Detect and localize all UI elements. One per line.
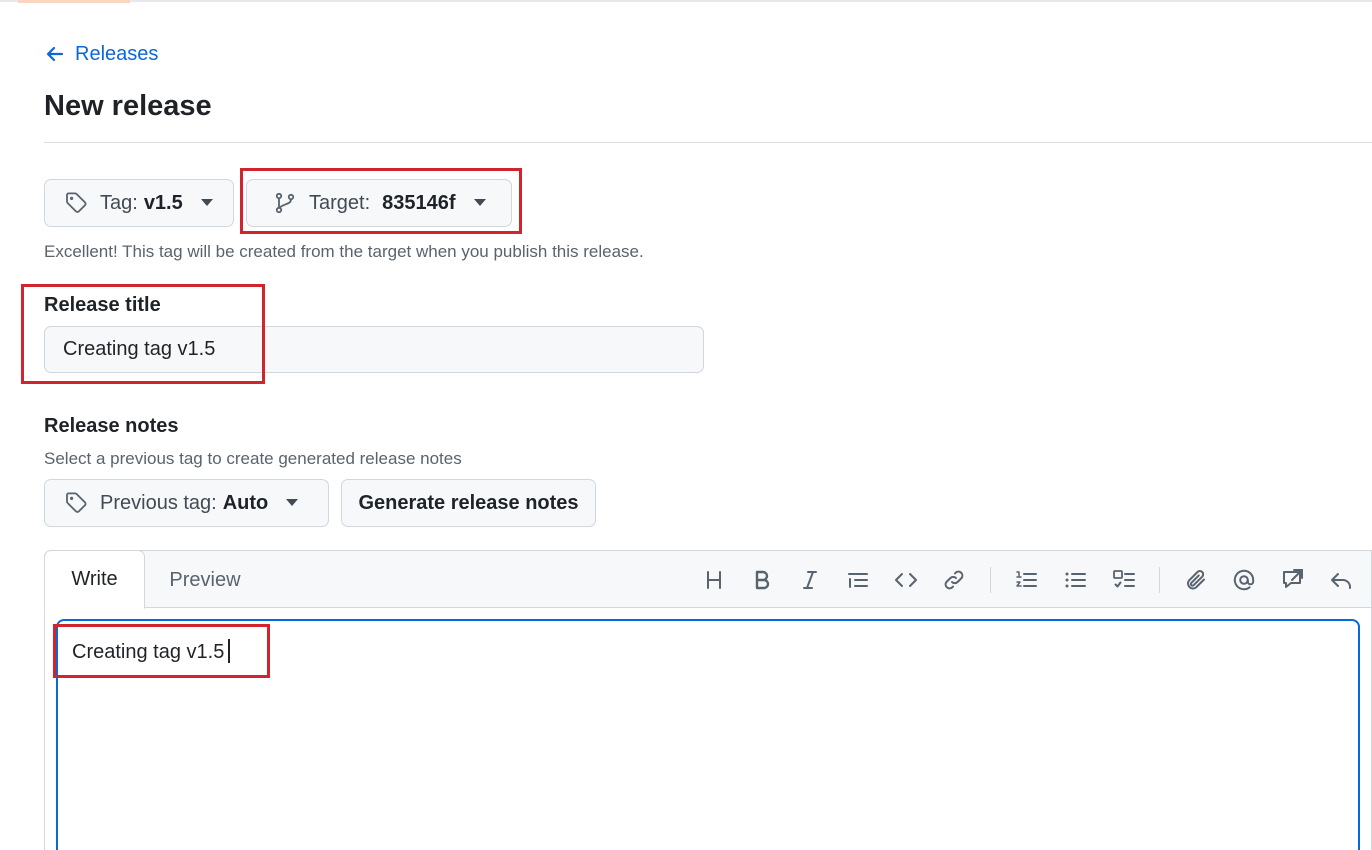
tag-hint-text: Excellent! This tag will be created from… [44,242,644,261]
back-to-releases-link[interactable]: Releases [45,40,158,68]
arrow-left-icon [46,46,64,62]
heading-icon[interactable] [701,567,727,593]
code-icon[interactable] [893,567,919,593]
tag-picker-value: v1.5 [143,191,183,214]
tag-picker-label: Tag: [100,191,138,214]
bold-icon[interactable] [749,567,775,593]
unordered-list-icon[interactable] [1062,567,1088,593]
link-icon[interactable] [941,567,967,593]
toolbar-divider [990,567,991,593]
task-list-icon[interactable] [1111,567,1137,593]
title-divider [44,142,1372,143]
attach-icon[interactable] [1183,567,1209,593]
undo-icon[interactable] [1328,567,1354,593]
git-branch-icon [273,191,297,215]
tag-picker-button[interactable]: Tag: v1.5 [44,179,234,227]
chevron-down-icon [286,497,299,509]
target-picker-button[interactable]: Target: 835146f [246,179,512,227]
chevron-down-icon [200,197,213,209]
release-notes-label: Release notes [44,415,179,437]
toolbar-divider [1159,567,1160,593]
previous-tag-button[interactable]: Previous tag: Auto [44,479,329,527]
markdown-editor: Write Preview Creating tag v1.5 [44,550,1372,850]
previous-tag-value: Auto [222,491,269,514]
italic-icon[interactable] [797,567,823,593]
release-notes-textarea[interactable]: Creating tag v1.5 [56,619,1360,850]
tag-icon [64,491,88,515]
tag-icon [64,191,88,215]
top-border [0,0,1372,3]
target-picker-value: 835146f [382,191,456,214]
release-notes-content: Creating tag v1.5 [72,639,231,664]
top-accent [18,0,130,3]
generate-release-notes-button[interactable]: Generate release notes [341,479,596,527]
back-link-label: Releases [75,42,159,65]
release-title-input[interactable] [44,326,704,373]
previous-tag-label: Previous tag: [100,491,217,514]
release-notes-text: Creating tag v1.5 [72,641,225,663]
release-title-label: Release title [44,294,161,316]
text-cursor [228,639,231,663]
release-notes-hint: Select a previous tag to create generate… [44,449,462,468]
reference-icon[interactable] [1279,567,1305,593]
quote-icon[interactable] [845,567,871,593]
ordered-list-icon[interactable] [1013,567,1039,593]
target-picker-label: Target: [309,191,371,214]
chevron-down-icon [473,197,486,209]
editor-toolbar [45,551,1372,608]
page-title: New release [44,90,212,122]
mention-icon[interactable] [1231,567,1257,593]
